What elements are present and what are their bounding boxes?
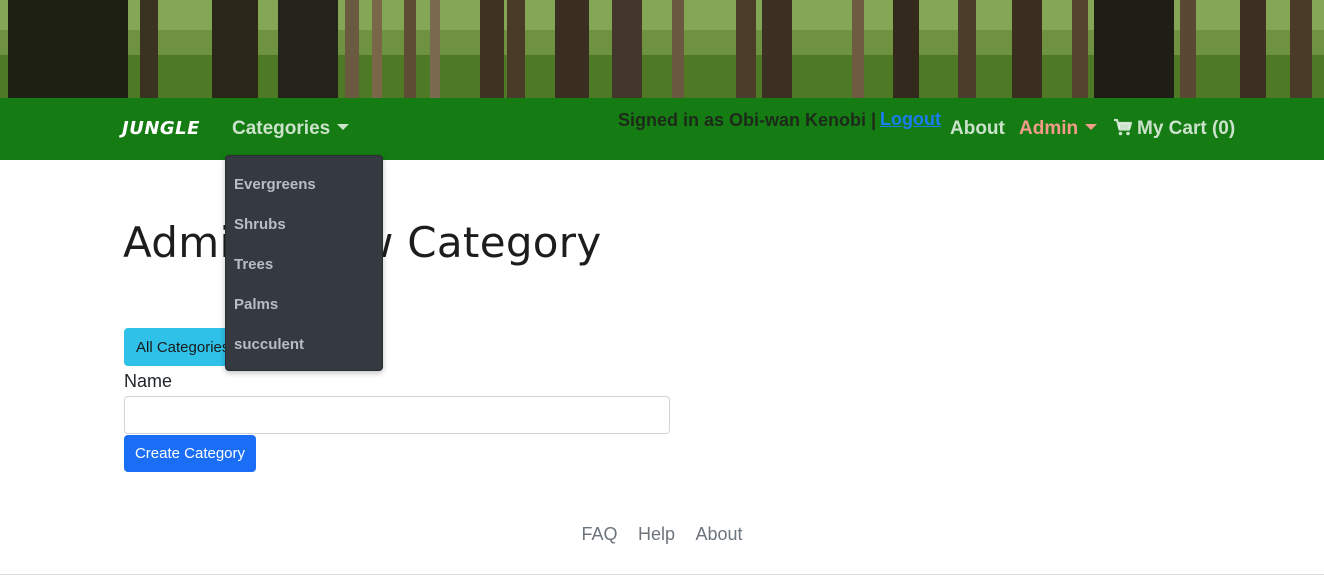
name-label: Name	[124, 371, 173, 391]
caret-down-icon	[337, 124, 350, 130]
name-input[interactable]	[124, 396, 670, 434]
footer-link-about[interactable]: About	[695, 524, 742, 545]
footer-divider	[0, 574, 1324, 575]
header-banner-image	[0, 0, 1324, 98]
nav-cart-link[interactable]: My Cart (0)	[1113, 118, 1235, 140]
signed-in-text: Signed in as Obi-wan Kenobi |	[618, 110, 877, 130]
dropdown-item-palms[interactable]: Palms	[234, 296, 278, 313]
footer-link-help[interactable]: Help	[638, 524, 675, 545]
create-category-button[interactable]: Create Category	[124, 435, 256, 472]
categories-dropdown-menu: Evergreens Shrubs Trees Palms succulent	[225, 155, 383, 371]
shopping-cart-icon	[1114, 118, 1133, 136]
dropdown-item-trees[interactable]: Trees	[234, 256, 273, 273]
dropdown-item-succulent[interactable]: succulent	[234, 336, 304, 353]
top-navbar: JUNGLE Categories Signed in as Obi-wan K…	[0, 98, 1324, 160]
nav-categories-dropdown[interactable]: Categories	[232, 118, 350, 140]
nav-admin-label: Admin	[1019, 118, 1079, 139]
nav-about-link[interactable]: About	[950, 118, 1005, 140]
nav-categories-label: Categories	[232, 118, 331, 139]
dropdown-item-shrubs[interactable]: Shrubs	[234, 216, 286, 233]
dropdown-item-evergreens[interactable]: Evergreens	[234, 176, 316, 193]
caret-down-icon	[1085, 124, 1098, 130]
nav-admin-dropdown[interactable]: Admin	[1019, 118, 1098, 140]
footer-links: FAQ Help About	[0, 524, 1324, 545]
footer-link-faq[interactable]: FAQ	[582, 524, 618, 545]
nav-cart-label: My Cart (0)	[1137, 118, 1236, 139]
brand-logo[interactable]: JUNGLE	[122, 118, 200, 139]
logout-link[interactable]: Logout	[880, 109, 941, 130]
